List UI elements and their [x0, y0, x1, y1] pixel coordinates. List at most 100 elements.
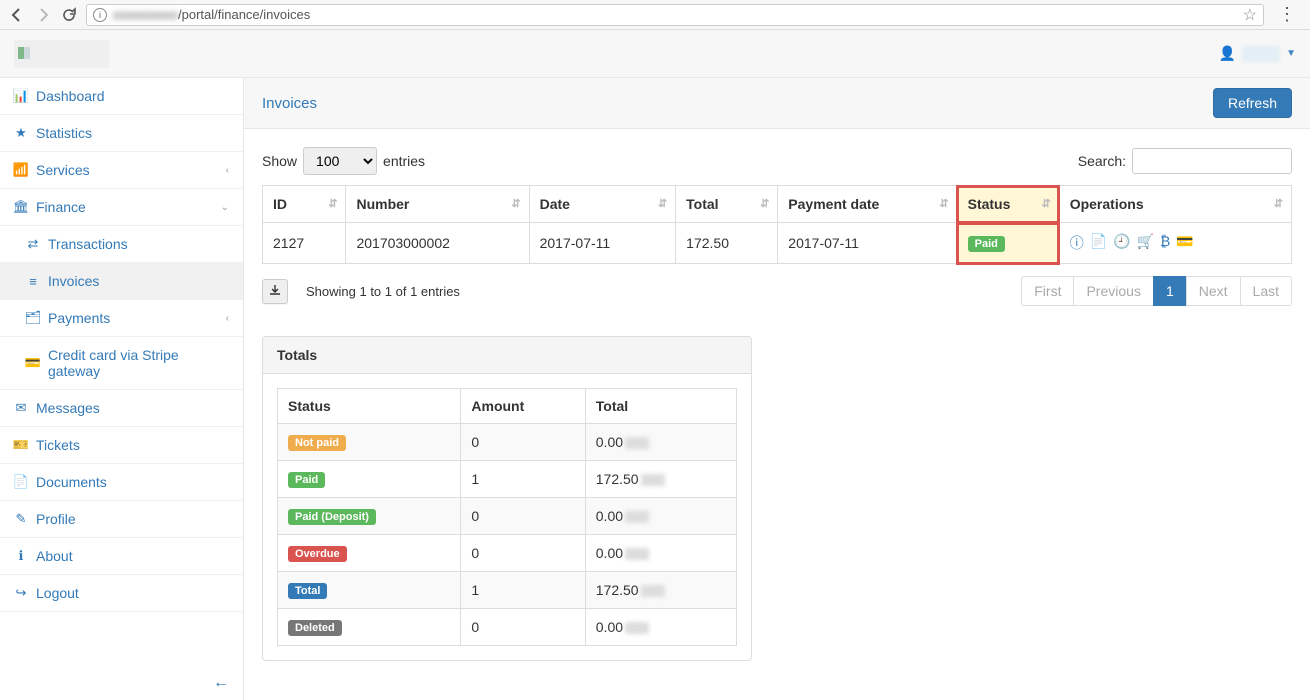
entries-info: Showing 1 to 1 of 1 entries: [306, 284, 460, 299]
back-button[interactable]: [8, 6, 26, 24]
services-icon: 📶: [14, 162, 28, 178]
table-row[interactable]: 2127 201703000002 2017-07-11 172.50 2017…: [263, 223, 1292, 264]
totals-total: 0.00: [585, 535, 736, 572]
pager-prev[interactable]: Previous: [1073, 276, 1153, 306]
th-status: Status: [278, 389, 461, 424]
invoices-table: ID⇵ Number⇵ Date⇵ Total⇵ Payment date⇵ S…: [262, 185, 1292, 264]
info-circle-icon[interactable]: ⓘ: [1070, 233, 1084, 253]
sidebar-item-label: Services: [36, 162, 90, 178]
cart-icon[interactable]: 🛒: [1137, 233, 1154, 253]
col-operations[interactable]: Operations⇵: [1059, 186, 1291, 223]
sidebar-item-credit-card-via-stripe-gateway[interactable]: 💳Credit card via Stripe gateway: [0, 337, 243, 390]
sidebar-item-dashboard[interactable]: 📊Dashboard: [0, 78, 243, 115]
sidebar-item-invoices[interactable]: ≡Invoices: [0, 263, 243, 300]
status-badge: Total: [288, 583, 327, 599]
totals-total: 0.00: [585, 424, 736, 461]
pager-first[interactable]: First: [1021, 276, 1074, 306]
sidebar-item-label: Tickets: [36, 437, 80, 453]
status-badge: Not paid: [288, 435, 346, 451]
totals-amount: 0: [461, 424, 585, 461]
col-id[interactable]: ID⇵: [263, 186, 346, 223]
sidebar-item-transactions[interactable]: ⇄ Transactions: [0, 226, 243, 263]
totals-total: 0.00: [585, 609, 736, 646]
forward-button[interactable]: [34, 6, 52, 24]
chevron-icon: ‹: [226, 165, 229, 176]
table-controls: Show 100 entries Search:: [262, 147, 1292, 175]
star-icon[interactable]: ☆: [1243, 5, 1257, 25]
totals-row: Total 1 172.50: [278, 572, 737, 609]
col-payment-date[interactable]: Payment date⇵: [778, 186, 957, 223]
sidebar-item-services[interactable]: 📶 Services ‹: [0, 152, 243, 189]
clock-icon[interactable]: 🕘: [1113, 233, 1130, 253]
totals-status: Total: [278, 572, 461, 609]
status-badge: Paid: [968, 236, 1005, 252]
sidebar-item-label: Statistics: [36, 125, 92, 141]
col-status[interactable]: Status⇵: [957, 186, 1059, 223]
file-icon[interactable]: 📄: [1090, 233, 1107, 253]
export-button[interactable]: [262, 279, 288, 304]
chrome-menu-icon[interactable]: ⋮: [1272, 4, 1302, 25]
bitcoin-icon[interactable]: ₿: [1160, 233, 1170, 253]
totals-amount: 0: [461, 535, 585, 572]
cell-total: 172.50: [676, 223, 778, 264]
url-bar[interactable]: i xxxxxxxxxx/portal/finance/invoices ☆: [86, 4, 1264, 26]
sidebar-item-payments[interactable]: 🗂Payments‹: [0, 300, 243, 337]
card-icon[interactable]: 💳: [1176, 233, 1193, 253]
topbar: 👤 ▼: [0, 30, 1310, 78]
dashboard-icon: 📊: [14, 88, 28, 104]
documents-icon: 📄: [14, 474, 28, 490]
refresh-button[interactable]: Refresh: [1213, 88, 1292, 118]
pager: First Previous 1 Next Last: [1022, 276, 1292, 306]
page-size-select[interactable]: 100: [303, 147, 377, 175]
pager-next[interactable]: Next: [1186, 276, 1241, 306]
totals-title: Totals: [263, 337, 751, 374]
status-badge: Paid: [288, 472, 325, 488]
sidebar-item-about[interactable]: ℹAbout: [0, 538, 243, 575]
totals-row: Paid (Deposit) 0 0.00: [278, 498, 737, 535]
about-icon: ℹ: [14, 548, 28, 564]
sidebar-item-finance[interactable]: 🏛Finance⌄: [0, 189, 243, 226]
sidebar-item-label: Documents: [36, 474, 107, 490]
sidebar-item-label: Profile: [36, 511, 76, 527]
sidebar-item-profile[interactable]: ✎ Profile: [0, 501, 243, 538]
totals-panel: Totals Status Amount Total Not paid 0 0.…: [262, 336, 752, 661]
cell-status: Paid: [957, 223, 1059, 264]
pager-page-1[interactable]: 1: [1153, 276, 1187, 306]
totals-amount: 0: [461, 609, 585, 646]
totals-total: 0.00: [585, 498, 736, 535]
sidebar-item-label: Transactions: [48, 236, 128, 252]
sidebar-item-messages[interactable]: ✉Messages: [0, 390, 243, 427]
page-title: Invoices: [262, 95, 317, 112]
sidebar-item-documents[interactable]: 📄 Documents: [0, 464, 243, 501]
invoices-icon: ≡: [26, 274, 40, 289]
totals-status: Paid: [278, 461, 461, 498]
chevron-icon: ‹: [226, 313, 229, 324]
profile-icon: ✎: [14, 511, 28, 527]
totals-status: Overdue: [278, 535, 461, 572]
messages-icon: ✉: [14, 400, 28, 416]
user-name: [1242, 46, 1280, 62]
reload-button[interactable]: [60, 6, 78, 24]
totals-amount: 0: [461, 498, 585, 535]
sidebar-item-statistics[interactable]: ★Statistics: [0, 115, 243, 152]
sidebar-item-logout[interactable]: ↪Logout: [0, 575, 243, 612]
totals-total: 172.50: [585, 461, 736, 498]
col-total[interactable]: Total⇵: [676, 186, 778, 223]
finance-icon: 🏛: [14, 199, 28, 215]
browser-chrome: i xxxxxxxxxx/portal/finance/invoices ☆ ⋮: [0, 0, 1310, 30]
sidebar-item-tickets[interactable]: 🎫 Tickets: [0, 427, 243, 464]
cell-id: 2127: [263, 223, 346, 264]
search-input[interactable]: [1132, 148, 1292, 174]
chevron-icon: ⌄: [221, 202, 229, 213]
collapse-sidebar-icon[interactable]: ←: [213, 674, 229, 692]
totals-total: 172.50: [585, 572, 736, 609]
col-number[interactable]: Number⇵: [346, 186, 529, 223]
user-dropdown[interactable]: 👤 ▼: [1219, 45, 1296, 62]
totals-status: Not paid: [278, 424, 461, 461]
pager-last[interactable]: Last: [1240, 276, 1292, 306]
user-icon: 👤: [1219, 45, 1236, 62]
transactions-icon: ⇄: [26, 236, 40, 252]
cell-operations: ⓘ 📄 🕘 🛒 ₿ 💳: [1059, 223, 1291, 264]
tickets-icon: 🎫: [14, 437, 28, 453]
col-date[interactable]: Date⇵: [529, 186, 676, 223]
